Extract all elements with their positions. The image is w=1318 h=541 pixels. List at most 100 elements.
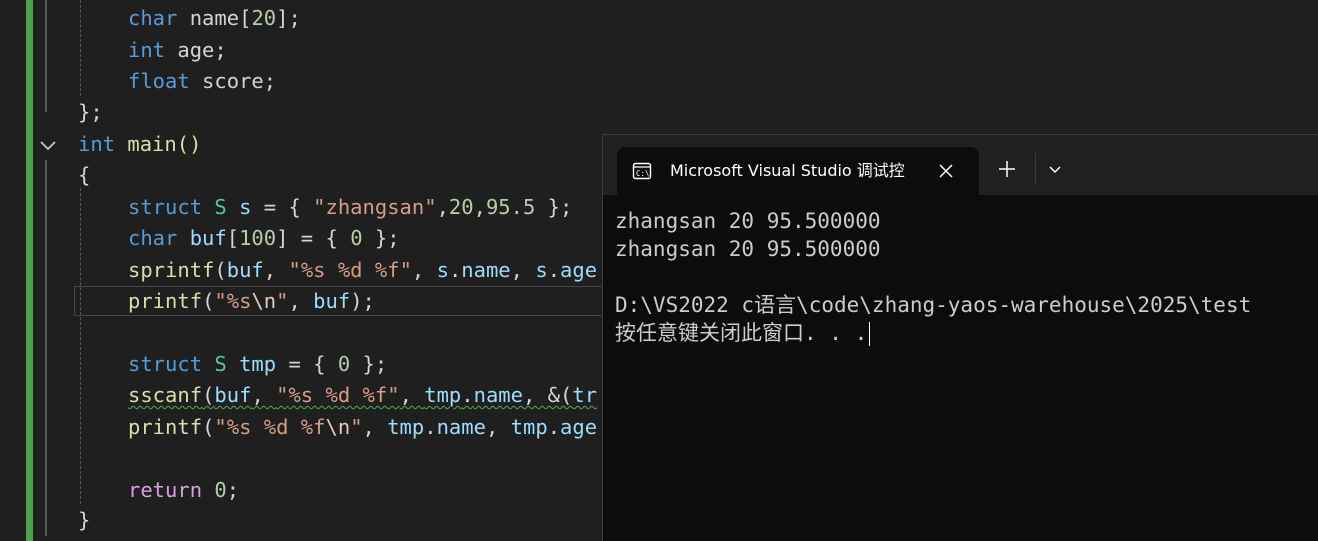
code-line[interactable]: printf("%s %d %f\n", tmp.name, tmp.age <box>128 412 597 443</box>
code-token: ( <box>202 383 215 407</box>
code-token: ]; <box>276 6 301 30</box>
code-line[interactable]: char buf[100] = { 0 }; <box>128 223 400 254</box>
code-token: char <box>128 6 178 30</box>
code-token: tr <box>572 383 598 407</box>
code-token: ( <box>214 258 227 282</box>
code-token: tmp <box>226 352 277 376</box>
code-token: S <box>202 195 227 219</box>
code-line[interactable]: int main() <box>78 129 201 160</box>
output-line: D:\VS2022 c语言\code\zhang-yaos-warehouse\… <box>615 293 1252 317</box>
code-token: ( <box>202 289 215 313</box>
terminal-tab[interactable]: C:\ Microsoft Visual Studio 调试控 <box>617 147 979 195</box>
terminal-tab-bar: C:\ Microsoft Visual Studio 调试控 <box>603 135 1318 195</box>
indent-guide <box>80 0 81 96</box>
warning-squiggle[interactable]: sscanf(buf, "%s %d %f", tmp.name, &(tr <box>128 383 597 407</box>
console-icon: C:\ <box>632 162 652 180</box>
code-token: float <box>128 69 190 93</box>
code-token: }; <box>78 100 103 124</box>
code-line[interactable]: return 0; <box>128 475 239 506</box>
tab-title: Microsoft Visual Studio 调试控 <box>670 161 905 180</box>
code-token: , <box>251 383 277 407</box>
code-token: . <box>547 415 561 439</box>
code-token: 95.5 <box>485 195 536 219</box>
output-line: zhangsan 20 95.500000 <box>615 237 881 261</box>
code-token: sscanf <box>128 383 203 407</box>
code-line[interactable]: }; <box>78 97 103 128</box>
code-line[interactable]: float score; <box>128 66 276 97</box>
code-token: , <box>473 195 486 219</box>
code-token: \n <box>325 415 351 439</box>
output-line: 按任意键关闭此窗口. . . <box>615 319 1318 347</box>
code-token: , <box>399 383 425 407</box>
code-token: main() <box>115 132 202 156</box>
code-line[interactable]: } <box>78 505 90 536</box>
code-token: score; <box>189 69 277 93</box>
output-line: zhangsan 20 95.500000 <box>615 209 881 233</box>
code-token: . <box>461 383 474 407</box>
code-token: S <box>202 352 227 376</box>
code-token: buf <box>313 289 351 313</box>
code-token: , <box>411 258 437 282</box>
code-token: tmp <box>387 415 425 439</box>
code-token: ; <box>226 478 240 502</box>
chevron-down-icon[interactable] <box>1043 157 1067 181</box>
code-token: name <box>473 383 523 407</box>
fold-region-line <box>45 0 47 112</box>
fold-chevron-icon[interactable] <box>38 136 58 156</box>
code-token: \n <box>251 289 277 313</box>
code-token: age <box>560 258 598 282</box>
code-line[interactable]: printf("%s\n", buf); <box>128 286 375 317</box>
indent-guide <box>80 188 81 504</box>
code-token: buf <box>226 258 264 282</box>
code-token: , <box>288 289 314 313</box>
code-token: , <box>485 415 511 439</box>
code-token: %s %d %f <box>226 415 326 439</box>
code-token: %s <box>226 289 252 313</box>
debug-console-window[interactable]: C:\ Microsoft Visual Studio 调试控 zhangsan… <box>602 134 1318 541</box>
code-token: = { <box>251 195 314 219</box>
code-token: int <box>128 38 166 62</box>
fold-region-line <box>45 160 47 536</box>
tab-separator <box>1035 153 1036 185</box>
code-token: , <box>436 195 449 219</box>
output-line-text: 按任意键关闭此窗口. . . <box>615 321 868 345</box>
code-line[interactable]: { <box>78 160 90 191</box>
code-token: 0 <box>350 226 363 250</box>
code-line[interactable]: sscanf(buf, "%s %d %f", tmp.name, &(tr <box>128 380 597 411</box>
code-token: . <box>424 415 437 439</box>
code-token: ] = { <box>276 226 351 250</box>
plus-icon[interactable] <box>995 157 1019 181</box>
code-token: , <box>362 415 388 439</box>
terminal-output[interactable]: zhangsan 20 95.500000 zhangsan 20 95.500… <box>615 207 1318 347</box>
change-indicator-bar <box>26 0 33 541</box>
code-token: " <box>276 383 289 407</box>
code-token: %s %d %f <box>300 258 400 282</box>
text-cursor <box>869 322 871 346</box>
code-token: }; <box>535 195 573 219</box>
code-line[interactable]: struct S s = { "zhangsan",20,95.5 }; <box>128 192 572 223</box>
code-line[interactable]: int age; <box>128 35 227 66</box>
code-token: name <box>436 415 486 439</box>
code-token: }; <box>350 352 388 376</box>
code-token: %s %d %f <box>288 383 388 407</box>
code-token: tmp <box>424 383 462 407</box>
code-token: = { <box>276 352 338 376</box>
code-token: struct <box>128 195 203 219</box>
code-token: name <box>461 258 511 282</box>
code-token: [ <box>226 226 240 250</box>
code-line[interactable]: char name[20]; <box>128 3 301 34</box>
code-token: age <box>560 415 598 439</box>
code-token: " <box>399 258 412 282</box>
code-token: , <box>510 258 536 282</box>
code-token: } <box>78 508 91 532</box>
code-token: " <box>288 258 301 282</box>
code-token: s <box>226 195 252 219</box>
code-token: s <box>436 258 449 282</box>
close-icon[interactable] <box>935 160 957 182</box>
code-token: ( <box>202 415 215 439</box>
code-line[interactable]: sprintf(buf, "%s %d %f", s.name, s.age <box>128 255 597 286</box>
code-line[interactable]: struct S tmp = { 0 }; <box>128 349 387 380</box>
code-token: }; <box>362 226 400 250</box>
